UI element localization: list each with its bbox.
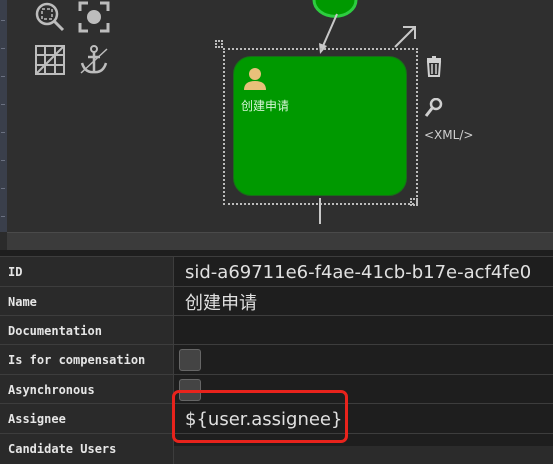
assignee-highlight <box>172 390 348 443</box>
xml-link[interactable]: <XML/> <box>424 128 473 142</box>
zoom-fit-icon[interactable] <box>77 0 111 34</box>
compensation-checkbox[interactable] <box>179 349 201 371</box>
property-row-name[interactable]: Name 创建申请 <box>0 286 553 316</box>
property-label: Documentation <box>0 316 174 345</box>
resize-handle[interactable] <box>215 40 223 48</box>
user-icon <box>244 68 266 90</box>
property-label: Asynchronous <box>0 375 174 404</box>
property-label: Assignee <box>0 404 174 434</box>
property-label: ID <box>0 257 174 287</box>
resize-arrow-icon[interactable] <box>392 24 418 50</box>
property-value[interactable]: sid-a69711e6-f4ae-41cb-b17e-acf4fe0 <box>175 257 553 287</box>
property-value[interactable] <box>175 316 553 345</box>
property-row-id[interactable]: ID sid-a69711e6-f4ae-41cb-b17e-acf4fe0 <box>0 256 553 287</box>
anchor-icon[interactable] <box>77 43 111 77</box>
start-event[interactable] <box>312 0 358 18</box>
left-edge-panel <box>0 0 7 232</box>
property-label: Candidate Users <box>0 434 174 464</box>
property-value[interactable]: 创建申请 <box>175 287 553 316</box>
property-row-documentation[interactable]: Documentation <box>0 315 553 345</box>
grid-icon[interactable] <box>33 43 67 77</box>
zoom-in-icon[interactable] <box>33 0 67 34</box>
user-task[interactable]: 创建申请 <box>233 56 407 196</box>
property-row-compensation[interactable]: Is for compensation <box>0 344 553 375</box>
outgoing-flow <box>319 198 321 224</box>
resize-handle[interactable] <box>410 198 418 206</box>
task-label: 创建申请 <box>241 99 290 113</box>
property-value[interactable] <box>175 345 553 375</box>
wrench-icon[interactable] <box>424 98 444 120</box>
property-label: Name <box>0 287 174 316</box>
panel-splitter[interactable] <box>7 232 553 251</box>
trash-icon[interactable] <box>424 56 444 78</box>
property-label: Is for compensation <box>0 345 174 375</box>
